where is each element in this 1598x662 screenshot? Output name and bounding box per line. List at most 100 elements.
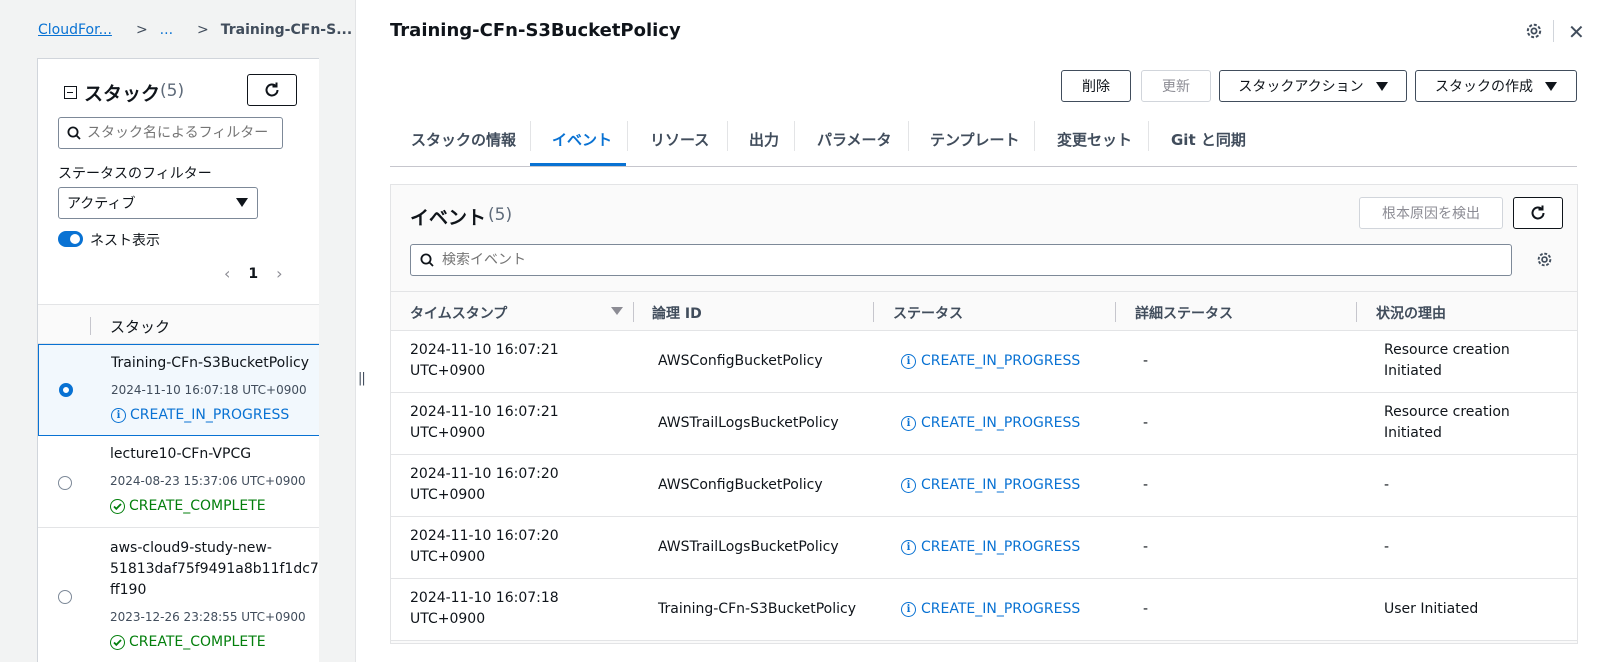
sort-descending-icon[interactable] bbox=[611, 307, 623, 315]
active-tab-indicator bbox=[530, 163, 626, 166]
status-reason-cell: User Initiated bbox=[1384, 601, 1479, 617]
breadcrumb-current: Training-CFn-S... bbox=[220, 22, 353, 38]
current-page[interactable]: 1 bbox=[248, 266, 258, 282]
table-row: 2024-11-10 16:07:20 UTC+0900 AWSTrailLogs… bbox=[391, 517, 1577, 579]
column-header-status[interactable]: ステータス bbox=[893, 303, 963, 323]
tab-parameters[interactable]: パラメータ bbox=[817, 129, 892, 150]
delete-button[interactable]: 削除 bbox=[1061, 70, 1131, 102]
status-text: CREATE_IN_PROGRESS bbox=[921, 353, 1081, 369]
logical-id-cell: AWSConfigBucketPolicy bbox=[658, 353, 823, 369]
search-icon bbox=[420, 253, 434, 267]
check-circle-icon bbox=[110, 498, 125, 514]
table-settings-gear-icon[interactable] bbox=[1536, 251, 1553, 272]
breadcrumb-ellipsis[interactable]: ... bbox=[160, 22, 173, 38]
header-divider bbox=[1553, 20, 1554, 42]
nested-view-toggle[interactable] bbox=[58, 231, 83, 247]
status-filter-value: アクティブ bbox=[67, 196, 136, 212]
events-title: イベント bbox=[410, 207, 487, 229]
stack-list-item[interactable]: Training-CFn-S3BucketPolicy 2024-11-10 1… bbox=[38, 344, 319, 436]
events-panel: イベント (5) 根本原因を検出 タイムスタンプ 論理 ID ステータス 詳細ス… bbox=[390, 184, 1578, 644]
stack-status-text: CREATE_COMPLETE bbox=[129, 498, 266, 514]
tab-divider bbox=[530, 121, 531, 151]
column-resizer[interactable] bbox=[1115, 302, 1116, 322]
tab-divider bbox=[1034, 121, 1035, 151]
status-text: CREATE_IN_PROGRESS bbox=[921, 601, 1081, 617]
stack-actions-dropdown[interactable]: スタックアクション bbox=[1219, 70, 1407, 102]
caret-down-icon bbox=[236, 198, 248, 207]
close-icon[interactable]: ✕ bbox=[1568, 20, 1585, 44]
column-resizer[interactable] bbox=[1356, 302, 1357, 322]
detailed-status-cell: - bbox=[1143, 477, 1149, 493]
timestamp-date: 2024-11-10 16:07:18 bbox=[410, 590, 559, 606]
stacks-refresh-button[interactable] bbox=[247, 74, 297, 106]
collapse-icon[interactable] bbox=[64, 86, 77, 99]
caret-down-icon bbox=[1375, 81, 1388, 91]
timestamp-date: 2024-11-10 16:07:20 bbox=[410, 466, 559, 482]
stack-date: 2023-12-26 23:28:55 UTC+0900 bbox=[110, 610, 306, 624]
refresh-icon bbox=[265, 82, 279, 97]
events-count: (5) bbox=[488, 205, 513, 225]
stacks-list-header: スタック bbox=[38, 304, 319, 344]
timestamp-cell: 2024-11-10 16:07:18 UTC+0900 bbox=[410, 588, 559, 630]
timestamp-date: 2024-11-10 16:07:21 bbox=[410, 404, 559, 420]
column-resizer[interactable] bbox=[873, 302, 874, 322]
stack-radio[interactable] bbox=[58, 476, 72, 490]
info-icon: i bbox=[111, 407, 126, 423]
column-header-detailed-status[interactable]: 詳細ステータス bbox=[1135, 303, 1233, 323]
stack-status: CREATE_COMPLETE bbox=[110, 634, 266, 650]
events-search-input[interactable] bbox=[442, 252, 1442, 268]
stack-radio[interactable] bbox=[59, 383, 73, 397]
timestamp-zone: UTC+0900 bbox=[410, 363, 486, 379]
status-reason-cell: Resource creation Initiated bbox=[1384, 402, 1564, 444]
settings-gear-icon[interactable] bbox=[1525, 22, 1543, 44]
column-header-status-reason[interactable]: 状況の理由 bbox=[1376, 303, 1446, 323]
status-filter-label: ステータスのフィルター bbox=[58, 166, 212, 182]
stack-name-line: ff190 bbox=[110, 582, 147, 598]
tab-divider bbox=[794, 121, 795, 151]
tab-divider bbox=[727, 121, 728, 151]
column-header-logical-id[interactable]: 論理 ID bbox=[652, 303, 702, 323]
tab-template[interactable]: テンプレート bbox=[930, 129, 1020, 150]
info-icon: i bbox=[901, 416, 916, 431]
status-reason-cell: - bbox=[1384, 477, 1390, 493]
create-stack-dropdown[interactable]: スタックの作成 bbox=[1415, 70, 1577, 102]
stack-list-item[interactable]: aws-cloud9-study-new- 51813daf75f9491a8b… bbox=[38, 528, 319, 662]
panel-resize-handle[interactable]: || bbox=[358, 371, 366, 386]
detect-root-cause-button[interactable]: 根本原因を検出 bbox=[1359, 197, 1503, 229]
events-refresh-button[interactable] bbox=[1513, 197, 1563, 229]
tab-stack-info[interactable]: スタックの情報 bbox=[411, 129, 516, 150]
stacks-title: スタック bbox=[84, 83, 161, 105]
stack-filter-input[interactable] bbox=[87, 125, 272, 141]
tab-divider bbox=[627, 121, 628, 151]
info-icon: i bbox=[901, 478, 916, 493]
chevron-right-icon[interactable]: › bbox=[276, 264, 282, 283]
detailed-status-cell: - bbox=[1143, 601, 1149, 617]
table-row: 2024-11-10 16:07:21 UTC+0900 AWSTrailLogs… bbox=[391, 393, 1577, 455]
tab-outputs[interactable]: 出力 bbox=[749, 129, 779, 150]
tab-git-sync[interactable]: Git と同期 bbox=[1171, 129, 1246, 150]
update-button[interactable]: 更新 bbox=[1141, 70, 1211, 102]
stack-status-text: CREATE_COMPLETE bbox=[129, 634, 266, 650]
tab-change-sets[interactable]: 変更セット bbox=[1057, 129, 1132, 150]
chevron-left-icon[interactable]: ‹ bbox=[224, 264, 230, 283]
stack-date: 2024-08-23 15:37:06 UTC+0900 bbox=[110, 474, 306, 488]
column-resizer[interactable] bbox=[633, 302, 634, 322]
tab-resources[interactable]: リソース bbox=[650, 129, 709, 150]
column-header-timestamp[interactable]: タイムスタンプ bbox=[410, 303, 507, 323]
refresh-icon bbox=[1531, 205, 1545, 220]
tab-events[interactable]: イベント bbox=[552, 129, 612, 150]
detailed-status-cell: - bbox=[1143, 415, 1149, 431]
breadcrumb-root-link[interactable]: CloudFor... bbox=[38, 22, 112, 38]
timestamp-zone: UTC+0900 bbox=[410, 425, 486, 441]
stacks-count: (5) bbox=[160, 81, 185, 101]
status-filter-select[interactable]: アクティブ bbox=[58, 187, 258, 219]
chevron-right-icon: > bbox=[197, 22, 209, 38]
create-stack-label: スタックの作成 bbox=[1435, 79, 1533, 95]
tab-divider bbox=[1148, 121, 1149, 151]
status-reason-line: Resource creation bbox=[1384, 342, 1510, 358]
logical-id-cell: AWSTrailLogsBucketPolicy bbox=[658, 539, 839, 555]
detailed-status-cell: - bbox=[1143, 539, 1149, 555]
pagination: ‹ 1 › bbox=[224, 264, 283, 283]
stack-list-item[interactable]: lecture10-CFn-VPCG 2024-08-23 15:37:06 U… bbox=[38, 436, 319, 528]
stack-radio[interactable] bbox=[58, 590, 72, 604]
